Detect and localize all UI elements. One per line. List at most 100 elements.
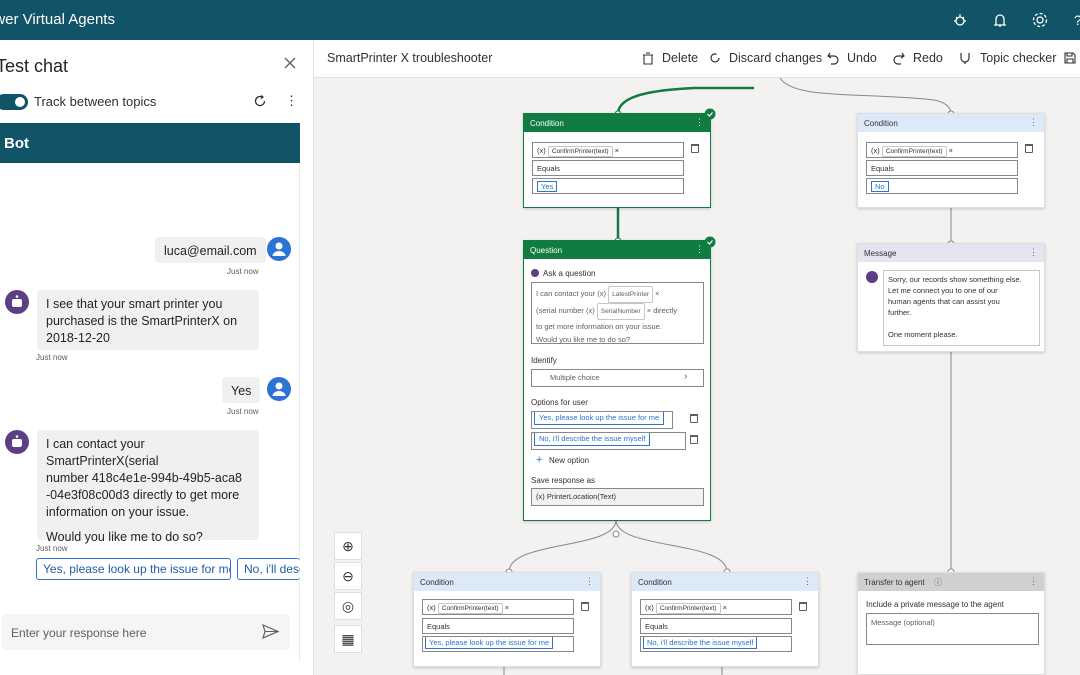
condition-node-option-no[interactable]: Condition ⋮ (x) ConfirmPrinter(text) × E… [631, 572, 819, 667]
var-tag: (x) [597, 289, 607, 298]
delete-icon[interactable] [581, 602, 589, 611]
text-part: (serial number [536, 306, 584, 315]
message-node[interactable]: Message ⋮ Sorry, our records show someth… [857, 243, 1045, 352]
chat-input[interactable]: Enter your response here [2, 614, 290, 650]
variable-chip: ConfirmPrinter(text) [547, 146, 613, 157]
node-header: Condition [632, 573, 818, 591]
send-icon[interactable] [262, 624, 279, 639]
refresh-icon[interactable] [253, 94, 267, 108]
node-menu-icon[interactable]: ⋮ [1029, 117, 1038, 128]
bot-message: I can contact your SmartPrinterX(serial … [37, 430, 259, 544]
user-message: Yes [222, 377, 261, 403]
help-icon[interactable]: ? [1068, 11, 1080, 29]
variable-chip: ConfirmPrinter(text) [881, 146, 947, 157]
variable-field[interactable]: (x) ConfirmPrinter(text) × [532, 142, 684, 158]
message-line: number 418c4e1e-994b-49b5-aca8 [46, 471, 242, 485]
zoom-out-icon[interactable]: ⊖ [334, 562, 362, 590]
message-line: Sorry, our records show something else. [888, 275, 1022, 284]
locate-icon[interactable]: ◎ [334, 592, 362, 620]
message-line: purchased is the SmartPrinterX on [46, 314, 238, 328]
variable-field[interactable]: (x) ConfirmPrinter(text) × [422, 599, 574, 615]
node-menu-icon[interactable]: ⋮ [585, 576, 594, 587]
identify-select[interactable]: Multiple choice [531, 369, 704, 387]
bot-header: Bot [0, 123, 300, 163]
operator-select[interactable]: Equals [422, 618, 574, 634]
variable-field[interactable]: (x) ConfirmPrinter(text) × [640, 599, 792, 615]
message-line: further. [888, 308, 912, 317]
info-icon[interactable]: ⓘ [934, 577, 942, 588]
delete-icon[interactable] [691, 144, 699, 153]
chevron-right-icon: › [684, 371, 688, 382]
chat-title: Test chat [0, 56, 69, 76]
var-tag: (x) [871, 146, 880, 155]
node-header: Question [524, 241, 710, 259]
bot-avatar [5, 430, 29, 454]
operator-select[interactable]: Equals [640, 618, 792, 634]
new-option-button[interactable]: New option [549, 456, 589, 465]
node-menu-icon[interactable]: ⋮ [1029, 247, 1038, 258]
var-tag: (x) [536, 492, 545, 501]
var-tag: (x) [645, 603, 654, 612]
options-label: Options for user [531, 398, 588, 407]
variable-chip: LatestPrinter [608, 286, 653, 303]
chat-input-placeholder: Enter your response here [11, 626, 147, 640]
node-header: Message [858, 244, 1044, 262]
bug-icon[interactable] [951, 11, 969, 29]
condition-node-option-yes[interactable]: Condition ⋮ (x) ConfirmPrinter(text) × E… [413, 572, 601, 667]
message-line: Would you like me to do so? [46, 530, 203, 544]
delete-icon[interactable] [799, 602, 807, 611]
suggested-action-yes[interactable]: Yes, please look up the issue for me [36, 558, 231, 580]
node-header: Condition [858, 114, 1044, 132]
minimap-icon[interactable]: ▦ [334, 625, 362, 653]
plus-icon[interactable]: + [536, 454, 542, 466]
value-select[interactable]: Yes, please look up the issue for me [422, 636, 574, 652]
zoom-in-icon[interactable]: ⊕ [334, 532, 362, 560]
condition-node-yes[interactable]: Condition ⋮ (x) ConfirmPrinter(text) × E… [523, 113, 711, 208]
value-select[interactable]: No [866, 178, 1018, 194]
node-menu-icon[interactable]: ⋮ [803, 576, 812, 587]
var-tag: (x) [427, 603, 436, 612]
delete-option-icon[interactable] [690, 435, 698, 444]
gear-icon[interactable] [1031, 11, 1049, 29]
bot-name: Bot [4, 135, 29, 152]
question-text[interactable]: I can contact your (x) LatestPrinter × (… [531, 282, 704, 344]
delete-option-icon[interactable] [690, 414, 698, 423]
operator-select[interactable]: Equals [866, 160, 1018, 176]
variable-field[interactable]: (x) ConfirmPrinter(text) × [866, 142, 1018, 158]
option-chip: Yes, please look up the issue for me [534, 412, 665, 425]
node-header: Transfer to agent [858, 573, 1044, 591]
user-avatar [267, 237, 291, 261]
bot-icon [866, 271, 878, 283]
timestamp: Just now [227, 267, 259, 276]
more-options-icon[interactable]: ⋮ [285, 93, 298, 109]
operator-select[interactable]: Equals [532, 160, 684, 176]
delete-icon[interactable] [1025, 144, 1033, 153]
question-node[interactable]: Question ⋮ Ask a question I can contact … [523, 240, 711, 521]
transfer-to-agent-node[interactable]: Transfer to agent ⓘ ⋮ Include a private … [857, 572, 1045, 675]
track-label: Track between topics [34, 94, 157, 109]
test-chat-panel: Test chat Track between topics ⋮ Bot luc… [0, 40, 314, 675]
node-menu-icon[interactable]: ⋮ [695, 117, 704, 128]
save-response-field[interactable]: (x) PrinterLocation(Text) [531, 488, 704, 506]
node-menu-icon[interactable]: ⋮ [695, 244, 704, 255]
track-toggle[interactable] [0, 94, 28, 110]
text-part: directly [653, 306, 677, 315]
bot-message: I see that your smart printer you purcha… [37, 290, 259, 350]
suggested-action-no[interactable]: No, i'll desc [237, 558, 300, 580]
bell-icon[interactable] [991, 11, 1009, 29]
var-tag: (x) [537, 146, 546, 155]
value-select[interactable]: No, i'll describe the issue myself [640, 636, 792, 652]
message-text[interactable]: Sorry, our records show something else. … [883, 270, 1040, 346]
message-line: One moment please. [888, 330, 958, 339]
node-header: Condition [414, 573, 600, 591]
value-chip: No [871, 181, 889, 192]
value-chip: Yes [537, 181, 558, 192]
agent-message-input[interactable]: Message (optional) [866, 613, 1039, 645]
option-field[interactable]: No, i'll describe the issue myself [531, 432, 686, 450]
value-select[interactable]: Yes [532, 178, 684, 194]
timestamp: Just now [36, 544, 68, 553]
option-field[interactable]: Yes, please look up the issue for me [531, 411, 673, 429]
node-menu-icon[interactable]: ⋮ [1029, 576, 1038, 587]
condition-node-no[interactable]: Condition ⋮ (x) ConfirmPrinter(text) × E… [857, 113, 1045, 208]
close-icon[interactable] [284, 57, 296, 69]
